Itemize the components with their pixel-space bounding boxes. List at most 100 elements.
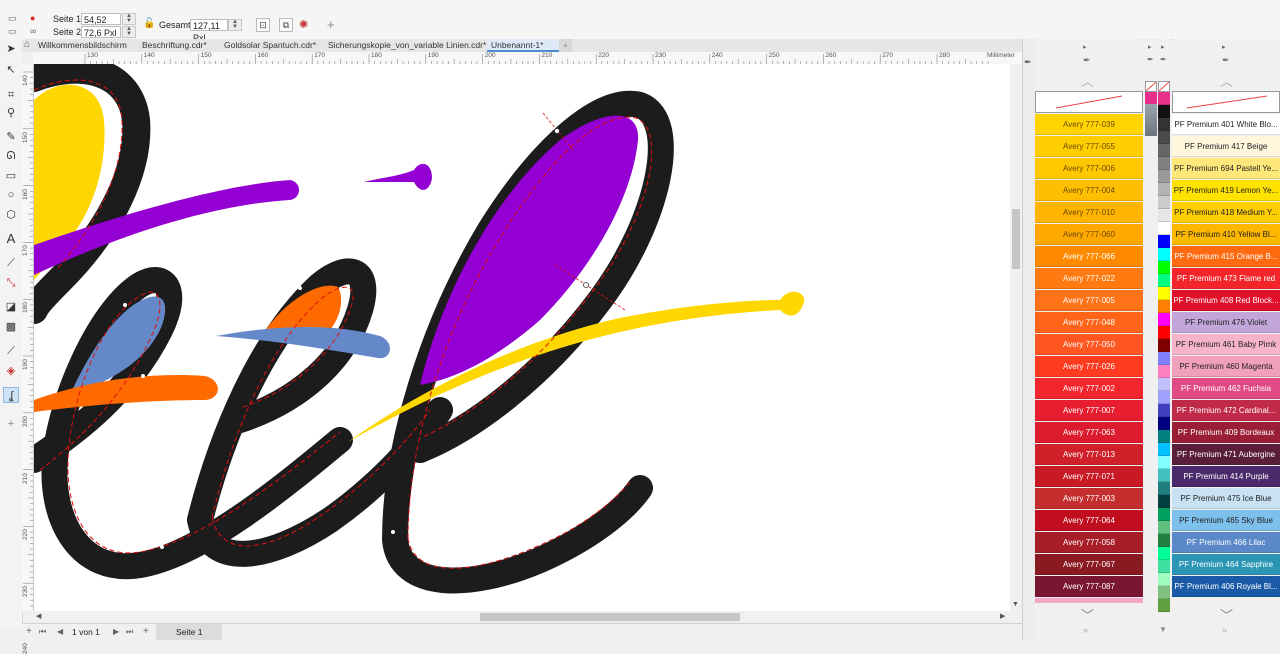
node-point-3[interactable] [141,374,145,378]
node-icon-red[interactable]: ● [30,13,35,23]
palette-default-no-color[interactable] [1158,81,1170,92]
palette-mini-swatch[interactable] [1158,248,1170,261]
palette-mini-swatch[interactable] [1158,235,1170,248]
palette-swatch[interactable]: PF Premium 475 Ice Blue [1172,488,1280,509]
palette-swatch[interactable]: PF Premium 415 Orange B... [1172,246,1280,267]
palette-swatch[interactable]: PF Premium 406 Royale Bl... [1172,576,1280,597]
page1-field[interactable]: 54,52 Pxl [81,13,121,37]
palette-avery-eyedropper-icon[interactable]: ✒ [1083,55,1091,66]
palette-swatch[interactable]: PF Premium 473 Flame red [1172,268,1280,289]
first-page-icon[interactable]: ⏮ [39,627,46,637]
palette-swatch[interactable]: PF Premium 417 Beige [1172,136,1280,157]
parallel-dimension-icon[interactable]: ⟋ [3,255,19,271]
scroll-right-arrow[interactable]: ▶ [1000,612,1005,620]
palette-avery-no-color[interactable] [1035,91,1143,113]
palette-mini-swatch[interactable] [1158,521,1170,534]
palette-mini-swatch[interactable] [1158,547,1170,560]
palette-swatch[interactable]: Avery 777-048 [1035,312,1143,333]
add-tab-button[interactable]: + [559,39,572,52]
drawing-canvas[interactable] [34,64,1010,611]
tab-sicherungskopie[interactable]: Sicherungskopie_von_variable Linien.cdr* [324,39,490,52]
eyedropper-tool-icon[interactable]: ⟋ [3,343,19,359]
palette-mini-swatch[interactable] [1158,443,1170,456]
palette-mini-swatch[interactable] [1158,183,1170,196]
zoom-tool-icon[interactable]: ⚲ [3,105,19,121]
interactive-fill-icon[interactable]: ◈ [3,363,19,379]
palette-mini-swatch[interactable] [1158,300,1170,313]
palette-mini-1-pink[interactable] [1145,92,1157,104]
align-button[interactable]: ⊡ [256,18,270,32]
node-handle-1[interactable] [554,128,560,134]
palette-eyedropper-icon[interactable]: ✒ [1024,57,1032,68]
palette-mini-swatch[interactable] [1158,222,1170,235]
palette-swatch[interactable]: PF Premium 408 Red Block... [1172,290,1280,311]
palette-avery-scroll-up[interactable]: ︿ [1081,71,1094,90]
palette-swatch[interactable]: PF Premium 471 Aubergine [1172,444,1280,465]
connector-tool-icon[interactable]: ⤡ [3,275,19,291]
tab-unbenannt[interactable]: Unbenannt-1* [487,39,561,52]
next-page-icon[interactable]: ▶ [113,627,119,636]
palette-mini-swatch[interactable] [1158,105,1170,118]
palette-swatch[interactable]: PF Premium 465 Sky Blue [1172,510,1280,531]
page2-stepper[interactable]: ▲ ▼ [122,26,136,38]
palette-mini-swatch[interactable] [1158,131,1170,144]
tab-goldsolar[interactable]: Goldsolar Spantuch.cdr* [220,39,320,52]
palette-pf-expand[interactable]: » [1222,625,1227,635]
palette-swatch[interactable]: Avery 777-071 [1035,466,1143,487]
palette-mini-swatch[interactable] [1158,365,1170,378]
palette-swatch[interactable]: Avery 777-003 [1035,488,1143,509]
palette-mini-swatch[interactable] [1158,417,1170,430]
palette-mini-swatch[interactable] [1158,170,1170,183]
node-point-8[interactable] [391,530,395,534]
palette-mini-swatch[interactable] [1158,508,1170,521]
palette-mini-swatch[interactable] [1158,469,1170,482]
palette-swatch[interactable]: PF Premium 460 Magenta [1172,356,1280,377]
palette-mini-swatch[interactable] [1158,495,1170,508]
palette-pf-no-color[interactable] [1172,91,1280,113]
node-icon[interactable]: ▭ [8,13,17,24]
palette-swatch[interactable]: Avery 777-004 [1035,180,1143,201]
node-point-5[interactable] [311,398,315,402]
node-point-1[interactable] [95,198,99,202]
palette-mini-swatch[interactable] [1158,430,1170,443]
palette-mini-swatch[interactable] [1158,92,1170,105]
palette-mini-swatch[interactable] [1158,391,1170,404]
palette-swatch[interactable]: Avery 777-087 [1035,576,1143,597]
palette-swatch[interactable]: Avery 777-005 [1035,290,1143,311]
page1-stepper[interactable]: ▲ ▼ [122,13,136,25]
text-tool-icon[interactable]: A [3,231,19,247]
add-icon[interactable]: + [327,17,335,32]
palette-swatch[interactable]: Avery 777-039 [1035,114,1143,135]
palette-pf-scroll-down[interactable]: ﹀ [1220,605,1233,624]
node-point-6[interactable] [160,545,164,549]
palette-mini-swatch[interactable] [1158,378,1170,391]
drop-shadow-icon[interactable]: ◪ [3,299,19,315]
palette-swatch[interactable]: PF Premium 401 White Blo... [1172,114,1280,135]
palette-swatch[interactable]: Avery 777-026 [1035,356,1143,377]
palette-swatch[interactable]: PF Premium 476 Violet [1172,312,1280,333]
scroll-down-arrow[interactable]: ▼ [1012,601,1019,608]
palette-mini-swatch[interactable] [1158,456,1170,469]
prev-page-icon[interactable]: ◀ [57,627,63,636]
palette-mini-swatch[interactable] [1158,287,1170,300]
horizontal-scrollbar[interactable]: ◀ ▶ [34,611,1010,623]
artwork[interactable] [34,64,1010,611]
palette-pf-menu-icon[interactable]: ▸ [1222,43,1226,51]
palette-swatch[interactable]: Avery 777-007 [1035,400,1143,421]
add-page-after-icon[interactable]: + [143,626,149,637]
link-icon[interactable]: ∞ [30,26,36,36]
palette-swatch[interactable]: PF Premium 414 Purple [1172,466,1280,487]
palette-mini-1-grays[interactable] [1145,104,1157,136]
palette-pf-scroll-up[interactable]: ︿ [1220,71,1233,90]
node-icon-2[interactable]: ▭ [8,26,17,37]
vertical-scroll-thumb[interactable] [1012,209,1020,269]
palette-mini-swatch[interactable] [1158,599,1170,612]
palette-mini-swatch[interactable] [1158,573,1170,586]
smart-fill-icon[interactable]: ʆ [3,387,19,403]
transparency-icon[interactable]: ▩ [3,319,19,335]
palette-swatch[interactable]: PF Premium 464 Sapphire [1172,554,1280,575]
palette-mini-1-no-color[interactable] [1145,81,1157,92]
palette-swatch[interactable]: Avery 777-064 [1035,510,1143,531]
vertical-ruler[interactable]: 140 150 160 170 180 190 200 210 220 230 240 [22,64,34,654]
palette-mini-swatch[interactable] [1158,118,1170,131]
